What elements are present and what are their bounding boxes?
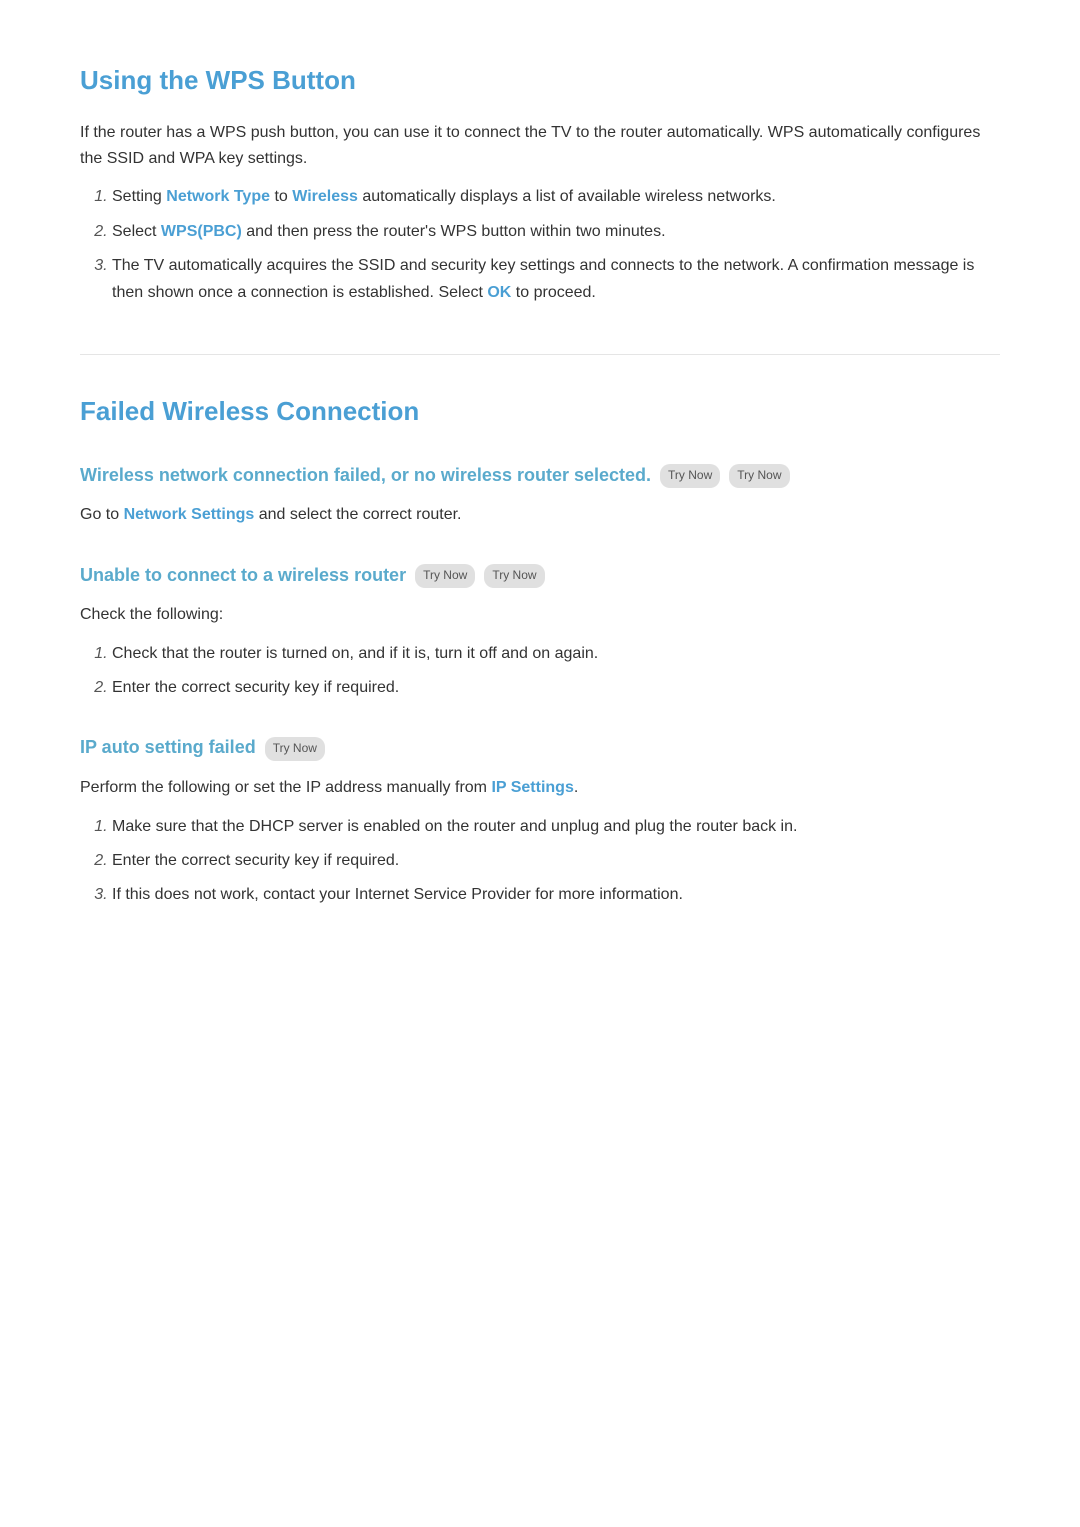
network-type-link[interactable]: Network Type xyxy=(166,188,270,205)
ip-failed-step-2: Enter the correct security key if requir… xyxy=(112,848,1000,874)
ok-link[interactable]: OK xyxy=(487,284,511,301)
no-router-subsection: Wireless network connection failed, or n… xyxy=(80,461,1000,529)
try-now-badge-2b[interactable]: Try Now xyxy=(484,564,544,588)
unable-connect-subtitle-text: Unable to connect to a wireless router xyxy=(80,565,406,585)
section-divider xyxy=(80,354,1000,355)
wireless-link[interactable]: Wireless xyxy=(292,188,358,205)
wps-step-1: Setting Network Type to Wireless automat… xyxy=(112,184,1000,210)
no-router-subtitle-text: Wireless network connection failed, or n… xyxy=(80,465,651,485)
try-now-badge-1b[interactable]: Try Now xyxy=(729,464,789,488)
ip-failed-subtitle: IP auto setting failed Try Now xyxy=(80,733,1000,763)
wps-section: Using the WPS Button If the router has a… xyxy=(80,60,1000,306)
wps-intro: If the router has a WPS push button, you… xyxy=(80,120,1000,173)
unable-connect-step-1: Check that the router is turned on, and … xyxy=(112,641,1000,667)
wps-step-3: The TV automatically acquires the SSID a… xyxy=(112,253,1000,306)
no-router-description: Go to Network Settings and select the co… xyxy=(80,502,1000,528)
ip-failed-subsection: IP auto setting failed Try Now Perform t… xyxy=(80,733,1000,908)
ip-failed-steps: Make sure that the DHCP server is enable… xyxy=(80,814,1000,909)
wps-steps-list: Setting Network Type to Wireless automat… xyxy=(80,184,1000,306)
unable-connect-subsection: Unable to connect to a wireless router T… xyxy=(80,561,1000,702)
unable-connect-step-2: Enter the correct security key if requir… xyxy=(112,675,1000,701)
ip-failed-subtitle-text: IP auto setting failed xyxy=(80,737,256,757)
failed-wireless-title: Failed Wireless Connection xyxy=(80,391,1000,433)
try-now-badge-3a[interactable]: Try Now xyxy=(265,737,325,761)
ip-failed-step-3: If this does not work, contact your Inte… xyxy=(112,882,1000,908)
ip-settings-link[interactable]: IP Settings xyxy=(491,779,573,796)
try-now-badge-2a[interactable]: Try Now xyxy=(415,564,475,588)
wps-step-2: Select WPS(PBC) and then press the route… xyxy=(112,219,1000,245)
unable-connect-steps: Check that the router is turned on, and … xyxy=(80,641,1000,702)
unable-connect-subtitle: Unable to connect to a wireless router T… xyxy=(80,561,1000,591)
failed-wireless-section: Failed Wireless Connection Wireless netw… xyxy=(80,391,1000,909)
try-now-badge-1a[interactable]: Try Now xyxy=(660,464,720,488)
no-router-subtitle: Wireless network connection failed, or n… xyxy=(80,461,1000,491)
network-settings-link[interactable]: Network Settings xyxy=(124,506,255,523)
wps-title: Using the WPS Button xyxy=(80,60,1000,102)
ip-failed-step-1: Make sure that the DHCP server is enable… xyxy=(112,814,1000,840)
wps-pbc-link[interactable]: WPS(PBC) xyxy=(161,223,242,240)
ip-failed-intro: Perform the following or set the IP addr… xyxy=(80,775,1000,801)
unable-connect-intro: Check the following: xyxy=(80,602,1000,628)
